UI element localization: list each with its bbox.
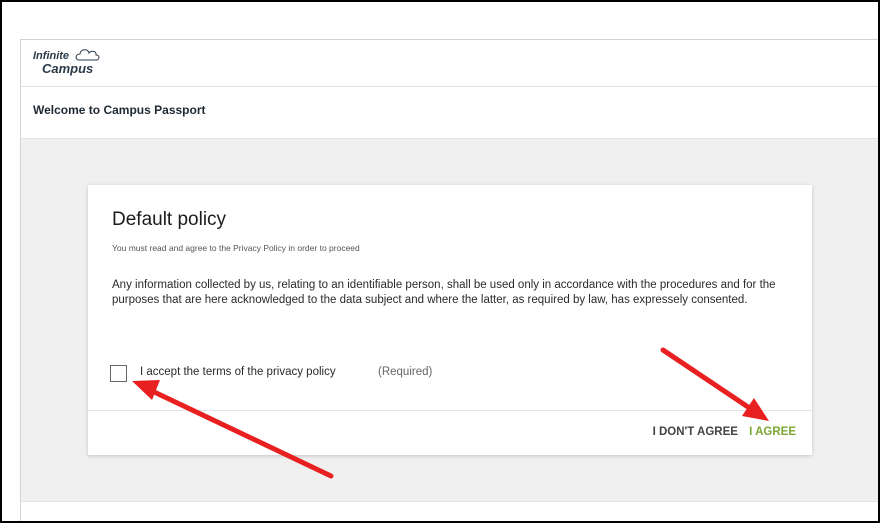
cloud-icon — [75, 49, 100, 61]
accept-label[interactable]: I accept the terms of the privacy policy — [140, 366, 336, 378]
accept-checkbox[interactable] — [110, 365, 127, 382]
agree-button[interactable]: I AGREE — [749, 426, 796, 438]
policy-body: Any information collected by us, relatin… — [112, 279, 776, 306]
screenshot-frame: Infinite Campus Welcome to Campus Passpo… — [0, 0, 880, 523]
infinite-campus-logo[interactable]: Infinite Campus — [33, 48, 133, 78]
welcome-bar: Welcome to Campus Passport — [21, 87, 878, 139]
top-bar: Infinite Campus — [21, 40, 878, 87]
bottom-strip — [21, 501, 878, 521]
policy-subtitle: You must read and agree to the Privacy P… — [112, 243, 360, 253]
dont-agree-button[interactable]: I DON'T AGREE — [653, 426, 738, 438]
required-label: (Required) — [378, 366, 433, 378]
policy-title: Default policy — [112, 209, 227, 230]
app-window: Infinite Campus Welcome to Campus Passpo… — [20, 39, 878, 521]
policy-card: Default policy You must read and agree t… — [88, 185, 812, 455]
page-title: Welcome to Campus Passport — [33, 103, 206, 117]
policy-actions: I DON'T AGREE I AGREE — [653, 426, 796, 438]
card-divider — [88, 410, 812, 411]
logo-line-2: Campus — [42, 61, 94, 76]
